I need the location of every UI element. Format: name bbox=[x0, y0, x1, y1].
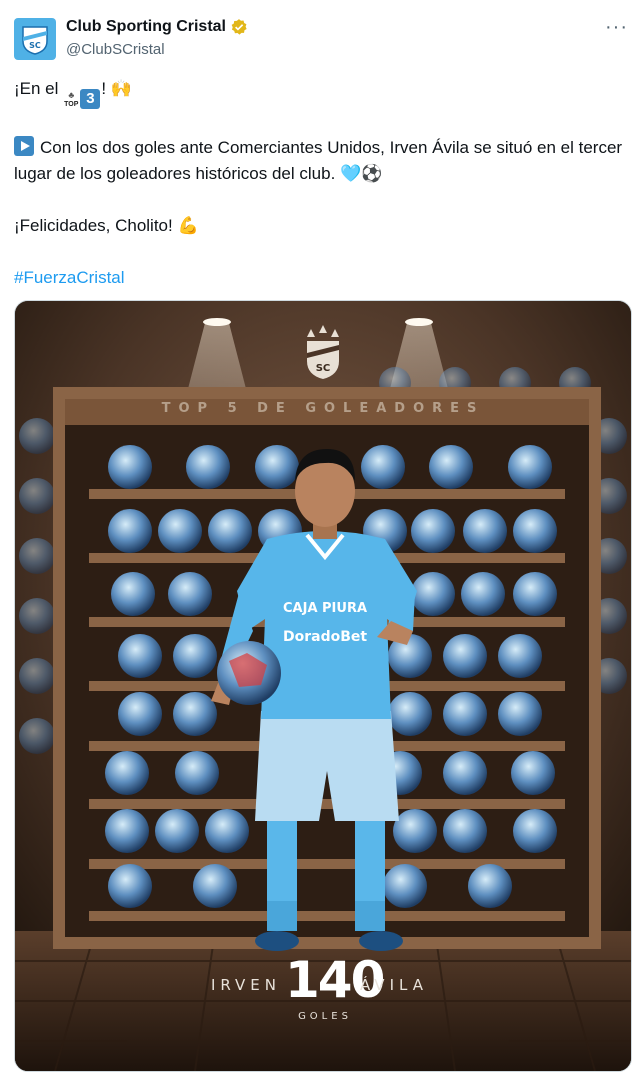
avatar[interactable]: SC bbox=[14, 18, 56, 60]
keycap-3-icon: 3 bbox=[80, 89, 101, 109]
handle[interactable]: @ClubSCristal bbox=[66, 41, 165, 58]
play-button-icon bbox=[14, 136, 34, 156]
sponsor-doradobet: DoradoBet bbox=[283, 629, 368, 645]
line1-suffix: ! 🙌 bbox=[101, 79, 133, 98]
svg-text:SC: SC bbox=[316, 363, 331, 374]
line1-prefix: ¡En el bbox=[14, 79, 64, 98]
author-name-row: Club Sporting Cristal bbox=[66, 18, 248, 36]
shelf-title: TOP 5 DE GOLEADORES bbox=[161, 401, 485, 416]
sponsor-caja-piura: CAJA PIURA bbox=[283, 601, 368, 616]
goals-label: GOLES bbox=[298, 1011, 352, 1022]
verified-badge-icon bbox=[231, 19, 247, 35]
tweet-text: ¡En el ♣ TOP 3! 🙌 Con los dos goles ante C… bbox=[14, 76, 626, 317]
hashtag-link[interactable]: #FuerzaCristal bbox=[14, 265, 626, 291]
tweet-line-2: Con los dos goles ante Comerciantes Unid… bbox=[14, 135, 626, 187]
trophy-icon: ♣ TOP bbox=[64, 90, 79, 109]
top-3-emoji: ♣ TOP 3 bbox=[64, 89, 101, 109]
tweet-card: SC Club Sporting Cristal @ClubSCristal ·… bbox=[0, 0, 640, 1079]
player-first-name: IRVEN bbox=[211, 976, 281, 994]
svg-text:SC: SC bbox=[29, 41, 41, 50]
player-last-name: ÁVILA bbox=[360, 976, 428, 994]
tweet-media-image[interactable]: SC TOP 5 DE GOLEADORES CAJA PIURA Dorado… bbox=[14, 300, 632, 1072]
line2-text: Con los dos goles ante Comerciantes Unid… bbox=[14, 138, 623, 183]
goals-number: 140 bbox=[285, 951, 385, 1009]
more-options-icon[interactable]: ··· bbox=[605, 16, 628, 39]
club-crest-icon: SC bbox=[22, 26, 48, 55]
tweet-line-3: ¡Felicidades, Cholito! 💪 bbox=[14, 216, 199, 235]
tweet-line-1: ¡En el ♣ TOP 3! 🙌 bbox=[14, 76, 626, 109]
display-name[interactable]: Club Sporting Cristal bbox=[66, 18, 226, 36]
